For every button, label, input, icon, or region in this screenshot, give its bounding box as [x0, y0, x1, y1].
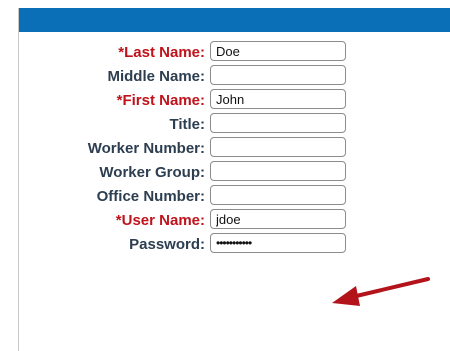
- last-name-field[interactable]: [210, 41, 346, 61]
- worker-group-field[interactable]: [210, 161, 346, 181]
- red-arrow-icon: [332, 277, 430, 306]
- password-label: Password:: [129, 236, 205, 253]
- title-field[interactable]: [210, 113, 346, 133]
- form-row-worker-number: Worker Number:: [19, 137, 450, 161]
- form-row-office-number: Office Number:: [19, 185, 450, 209]
- user-name-label: *User Name:: [115, 212, 205, 229]
- user-name-field[interactable]: [210, 209, 346, 229]
- form-row-title: Title:: [19, 113, 450, 137]
- form-row-worker-group: Worker Group:: [19, 161, 450, 185]
- panel-header-bar: [19, 8, 450, 32]
- worker-number-label: Worker Number:: [87, 140, 205, 157]
- first-name-label: *First Name:: [116, 92, 205, 109]
- first-name-field[interactable]: [210, 89, 346, 109]
- office-number-field[interactable]: [210, 185, 346, 205]
- form-row-middle-name: Middle Name:: [19, 65, 450, 89]
- worker-group-label: Worker Group:: [99, 164, 205, 181]
- title-label: Title:: [169, 116, 205, 133]
- middle-name-field[interactable]: [210, 65, 346, 85]
- form-row-password: Password:: [19, 233, 450, 257]
- last-name-label: *Last Name:: [118, 44, 205, 61]
- password-field[interactable]: [210, 233, 346, 253]
- form-row-first-name: *First Name:: [19, 89, 450, 113]
- worker-number-field[interactable]: [210, 137, 346, 157]
- middle-name-label: Middle Name:: [107, 68, 205, 85]
- form-row-last-name: *Last Name:: [19, 41, 450, 65]
- form-row-user-name: *User Name:: [19, 209, 450, 233]
- office-number-label: Office Number:: [96, 188, 205, 205]
